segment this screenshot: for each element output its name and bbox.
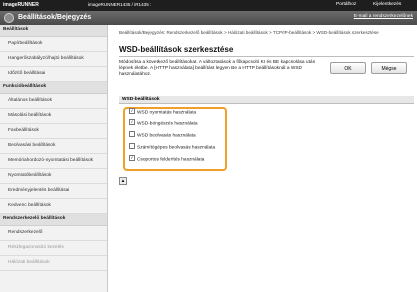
device-model: imageRUNNER1435 / iR1435 :: [88, 2, 152, 7]
sidebar-item-paper[interactable]: Papírbeállítások: [0, 37, 107, 52]
title-divider: [119, 56, 414, 57]
instruction-text: Módosítsa a következő beállításokat. A v…: [119, 60, 316, 78]
option-label: Számítógépes beolvasás használata: [137, 145, 216, 151]
cancel-button[interactable]: Mégse: [371, 62, 407, 74]
option-wsd-scan[interactable]: WSD beolvasás használata: [129, 131, 196, 140]
sidebar-item-scan[interactable]: Beolvasási beállítások: [0, 139, 107, 154]
option-label: WSD beolvasás használata: [137, 133, 196, 139]
checkbox-wsd-print[interactable]: ✓: [129, 108, 135, 114]
portal-link[interactable]: Portálhoz: [336, 2, 356, 7]
checkbox-pc-scan[interactable]: [129, 143, 135, 149]
breadcrumb: Beállítások/Bejegyzés: Rendszerkezelő be…: [119, 30, 379, 35]
page-title: WSD-beállítások szerkesztése: [119, 45, 234, 54]
checkbox-multicast[interactable]: ✓: [129, 155, 135, 161]
sidebar-item-network[interactable]: Hálózati beállítások: [0, 256, 107, 271]
sidebar-item-general[interactable]: Általános beállítások: [0, 94, 107, 109]
sidebar-section-admin: Rendszerkezelő beállítások: [0, 214, 107, 226]
sidebar-item-timer[interactable]: Időzítő beállításai: [0, 67, 107, 82]
main-content: Beállítások/Bejegyzés: Rendszerkezelő be…: [109, 25, 417, 292]
option-label: WSD-böngészés használata: [137, 121, 198, 127]
sidebar-section-functions: Funkcióbeállítások: [0, 82, 107, 94]
brand-label: imageRUNNER: [3, 2, 39, 8]
option-label: WSD nyomtatás használata: [137, 110, 197, 116]
sidebar: Beállítások Papírbeállítások Hangerőszab…: [0, 25, 108, 292]
option-wsd-print[interactable]: ✓ WSD nyomtatás használata: [129, 108, 197, 117]
sidebar-item-admin[interactable]: Rendszerkezelő: [0, 226, 107, 241]
checkbox-wsd-browse[interactable]: ✓: [129, 119, 135, 125]
option-pc-scan[interactable]: Számítógépes beolvasás használata: [129, 143, 216, 152]
sidebar-item-copy[interactable]: Másolási beállítások: [0, 109, 107, 124]
arrow-up-icon[interactable]: ▲: [119, 177, 127, 185]
sidebar-item-fax[interactable]: Faxbeállítások: [0, 124, 107, 139]
page-header-title: Beállítások/Bejegyzés: [18, 14, 92, 21]
sidebar-item-report[interactable]: Eredményjelentés beállításai: [0, 184, 107, 199]
top-bar: imageRUNNER imageRUNNER1435 / iR1435 : P…: [0, 0, 417, 11]
sidebar-section-settings: Beállítások: [0, 25, 107, 37]
header-bar: Beállítások/Bejegyzés E-mail a rendszerk…: [0, 11, 417, 25]
logout-link[interactable]: Kijelentkezés: [373, 2, 401, 7]
option-wsd-browse[interactable]: ✓ WSD-böngészés használata: [129, 119, 198, 128]
section-header: WSD-beállítások: [119, 96, 414, 104]
option-multicast[interactable]: ✓ Csoportos felderítés használata: [129, 155, 205, 164]
settings-logo-icon: [4, 13, 14, 23]
sidebar-item-dept-id[interactable]: Részlegazonosító kezelés: [0, 241, 107, 256]
sidebar-item-printer[interactable]: Nyomtatóbeállítások: [0, 169, 107, 184]
option-label: Csoportos felderítés használata: [137, 157, 205, 163]
sidebar-item-volume[interactable]: Hangerőszabályzó/hajtó beállítások: [0, 52, 107, 67]
ok-button[interactable]: OK: [330, 62, 366, 74]
email-admin-link[interactable]: E-mail a rendszerkezelőnek: [354, 14, 413, 19]
checkbox-wsd-scan[interactable]: [129, 131, 135, 137]
sidebar-item-favorites[interactable]: Kedvenc beállítások: [0, 199, 107, 214]
sidebar-item-media-print[interactable]: Memóriahordozó-nyomtatási beállítások: [0, 154, 107, 169]
